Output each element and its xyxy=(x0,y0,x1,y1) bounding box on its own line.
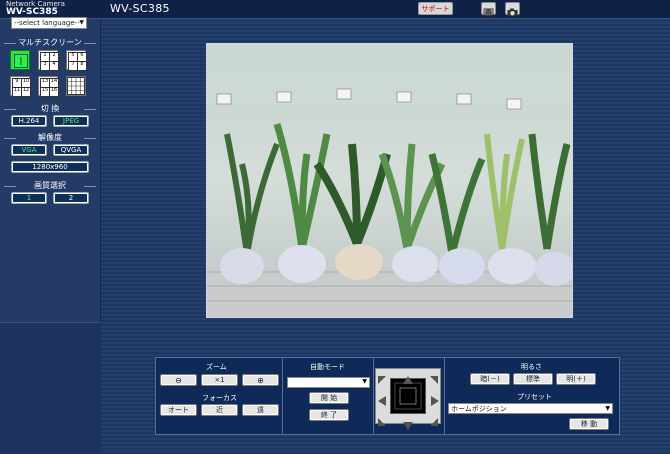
quality-2-button[interactable]: 2 xyxy=(53,192,89,204)
auto-start-button[interactable]: 開 始 xyxy=(309,392,349,404)
single-screen-button[interactable]: | xyxy=(10,50,30,70)
support-button[interactable]: サポート xyxy=(418,2,453,15)
language-select-value: --select language-- xyxy=(14,19,80,27)
camera-icon[interactable] xyxy=(505,2,520,17)
vga-button[interactable]: VGA xyxy=(11,144,47,156)
arrow-right-icon[interactable] xyxy=(431,391,439,406)
left-panel-bottom xyxy=(0,322,101,454)
brightness-bright-button[interactable]: 明(＋) xyxy=(556,373,596,385)
brightness-dark-button[interactable]: 暗(－) xyxy=(470,373,510,385)
arrow-down-icon[interactable] xyxy=(403,415,413,430)
brightness-standard-button[interactable]: 標準 xyxy=(513,373,553,385)
language-select[interactable]: --select language-- ▼ xyxy=(11,17,87,29)
auto-stop-button[interactable]: 終 了 xyxy=(309,409,349,421)
quad-screen-5-8-button[interactable]: 5 6 7 8 xyxy=(66,50,87,71)
focus-near-button[interactable]: 近 xyxy=(201,404,238,416)
sixteen-screen-button[interactable] xyxy=(66,76,86,96)
grid-cell: 16 xyxy=(49,87,59,97)
brightness-title: 明るさ xyxy=(521,363,542,371)
quad-screen-9-12-button[interactable]: 9 10 11 12 xyxy=(10,76,31,97)
resolution-title: 解像度 xyxy=(0,132,100,143)
preset-move-button[interactable]: 移 動 xyxy=(569,418,609,430)
multiscreen-title: マルチスクリーン xyxy=(0,37,100,48)
header-bar xyxy=(0,0,670,19)
video-frame-scene xyxy=(207,44,572,317)
focus-title: フォーカス xyxy=(202,394,237,402)
quality-1-button[interactable]: 1 xyxy=(11,192,47,204)
zoom-out-button[interactable]: ⊖ xyxy=(160,374,197,386)
h264-button[interactable]: H.264 xyxy=(11,115,47,127)
chevron-down-icon: ▼ xyxy=(605,405,610,412)
preset-select[interactable]: ホームポジション ▼ xyxy=(448,403,613,414)
preset-title: プリセット xyxy=(517,393,552,401)
arrow-left-icon[interactable] xyxy=(378,391,386,406)
arrow-down-right-icon[interactable] xyxy=(429,412,439,426)
quad-screen-1-4-button[interactable]: 1 2 3 4 xyxy=(38,50,59,71)
chevron-down-icon: ▼ xyxy=(362,378,367,385)
zoom-out-icon: ⊖ xyxy=(175,376,182,385)
grid-cell: 8 xyxy=(77,61,87,71)
camera-video[interactable] xyxy=(206,43,573,318)
brand-line2: WV-SC385 xyxy=(6,7,58,17)
arrow-up-left-icon[interactable] xyxy=(377,370,387,384)
snapshot-icon[interactable] xyxy=(481,2,496,17)
arrow-down-left-icon[interactable] xyxy=(377,412,387,426)
grid-cell: 12 xyxy=(21,87,31,97)
zoom-in-icon: ⊕ xyxy=(257,376,264,385)
quad-screen-13-16-button[interactable]: 13 14 15 16 xyxy=(38,76,59,97)
res-1280-button[interactable]: 1280x960 xyxy=(11,161,89,173)
qvga-button[interactable]: QVGA xyxy=(53,144,89,156)
model-title: WV-SC385 xyxy=(110,2,170,15)
auto-mode-title: 自動モード xyxy=(310,363,345,371)
auto-mode-select[interactable]: ▼ xyxy=(287,377,370,388)
divider xyxy=(444,358,445,434)
zoom-in-button[interactable]: ⊕ xyxy=(242,374,279,386)
zoom-x1-button[interactable]: ×1 xyxy=(201,374,238,386)
zoom-title: ズーム xyxy=(206,363,227,371)
divider xyxy=(282,358,283,434)
grid-cell: 4 xyxy=(49,61,59,71)
preset-value: ホームポジション xyxy=(451,405,507,413)
arrow-up-right-icon[interactable] xyxy=(429,370,439,384)
divider xyxy=(373,358,374,434)
chevron-down-icon: ▼ xyxy=(79,19,84,26)
jpeg-button[interactable]: JPEG xyxy=(53,115,89,127)
arrow-up-icon[interactable] xyxy=(403,369,413,384)
switch-title: 切 換 xyxy=(0,103,100,114)
quality-title: 画質選択 xyxy=(0,180,100,191)
focus-auto-button[interactable]: オート xyxy=(160,404,197,416)
focus-far-button[interactable]: 遠 xyxy=(242,404,279,416)
